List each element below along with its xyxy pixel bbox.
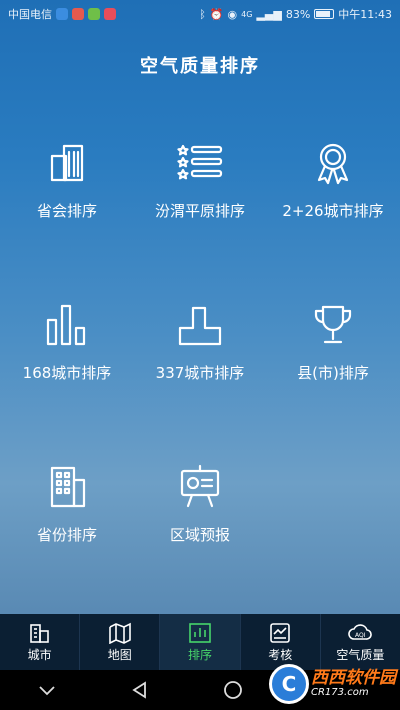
- chevron-down-icon[interactable]: [36, 679, 58, 701]
- provincial-capital-ranking-button[interactable]: 省会排序: [1, 140, 134, 302]
- status-bar: 中国电信 ᛒ ⏰ ◉ 4G ▂▄▆ 83% 中午11:43: [0, 0, 400, 28]
- aqi-icon: AQI: [348, 623, 373, 640]
- ranking-icon: [189, 622, 211, 643]
- map-icon: [108, 622, 131, 644]
- watermark-main-text: 西西软件园: [311, 667, 396, 688]
- tab-label: 城市: [27, 647, 52, 662]
- city-337-ranking-button[interactable]: 337城市排序: [134, 302, 267, 464]
- item-label: 省会排序: [36, 202, 97, 220]
- tab-label: 空气质量: [336, 647, 385, 662]
- item-label: 区域预报: [169, 526, 230, 544]
- ranking-grid: 省会排序 汾渭平原排序 2+26城市排序 168城市排序 337城市排序 县(市…: [0, 140, 400, 626]
- city-168-ranking-button[interactable]: 168城市排序: [1, 302, 134, 464]
- battery-percent: 83%: [285, 7, 311, 21]
- fenwei-plain-ranking-button[interactable]: 汾渭平原排序: [134, 140, 267, 302]
- regional-forecast-button[interactable]: 区域预报: [134, 464, 267, 626]
- alarm-icon: ⏰: [209, 7, 224, 21]
- tab-label: 地图: [107, 647, 132, 662]
- tab-city[interactable]: 城市: [0, 614, 81, 670]
- tab-air-quality[interactable]: AQI 空气质量: [321, 614, 400, 670]
- buildings-icon: [50, 144, 84, 182]
- item-label: 汾渭平原排序: [154, 202, 245, 220]
- wechat-app-icon: [88, 8, 100, 20]
- location-app-icon: [104, 8, 116, 20]
- eye-icon: ◉: [227, 7, 238, 21]
- item-label: 县(市)排序: [297, 364, 369, 382]
- shield-app-icon: [56, 8, 68, 20]
- tab-map[interactable]: 地图: [80, 614, 161, 670]
- tab-assessment[interactable]: 考核: [241, 614, 321, 670]
- watermark-logo: C 西西软件园 CR173.com: [269, 664, 396, 704]
- tab-label: 考核: [268, 647, 293, 662]
- notification-app-icon: [72, 8, 84, 20]
- signal-icon: ▂▄▆: [256, 7, 282, 21]
- clock: 中午11:43: [338, 8, 392, 21]
- county-city-ranking-button[interactable]: 县(市)排序: [267, 302, 400, 464]
- watermark-sub-text: CR173.com: [311, 686, 369, 698]
- item-label: 省份排序: [36, 526, 97, 544]
- tab-label: 排序: [188, 647, 213, 662]
- page-title: 空气质量排序: [140, 56, 260, 77]
- item-label: 168城市排序: [22, 364, 112, 382]
- battery-icon: [314, 9, 335, 19]
- trophy-icon: [314, 305, 352, 344]
- tab-ranking[interactable]: 排序: [160, 614, 241, 670]
- svg-text:AQI: AQI: [355, 632, 366, 639]
- presentation-board-icon: [180, 464, 220, 508]
- award-medal-icon: [317, 143, 349, 185]
- carrier-label: 中国电信: [8, 8, 52, 21]
- back-icon[interactable]: [129, 679, 151, 701]
- item-label: 337城市排序: [155, 364, 245, 382]
- podium-icon: [178, 306, 222, 346]
- home-icon[interactable]: [222, 679, 244, 701]
- bluetooth-icon: ᛒ: [199, 7, 206, 21]
- bottom-tab-bar: 城市 地图 排序 考核 AQI 空气质量: [0, 614, 400, 670]
- item-label: 2+26城市排序: [282, 202, 384, 220]
- assessment-icon: [270, 622, 291, 643]
- watermark-c-icon: C: [269, 664, 309, 704]
- city-2-26-ranking-button[interactable]: 2+26城市排序: [267, 140, 400, 302]
- province-ranking-button[interactable]: 省份排序: [1, 464, 134, 626]
- building-icon: [50, 466, 86, 508]
- network-label: 4G: [241, 9, 253, 19]
- city-icon: [29, 623, 49, 643]
- bar-chart-icon: [46, 304, 86, 346]
- star-list-icon: [177, 144, 223, 180]
